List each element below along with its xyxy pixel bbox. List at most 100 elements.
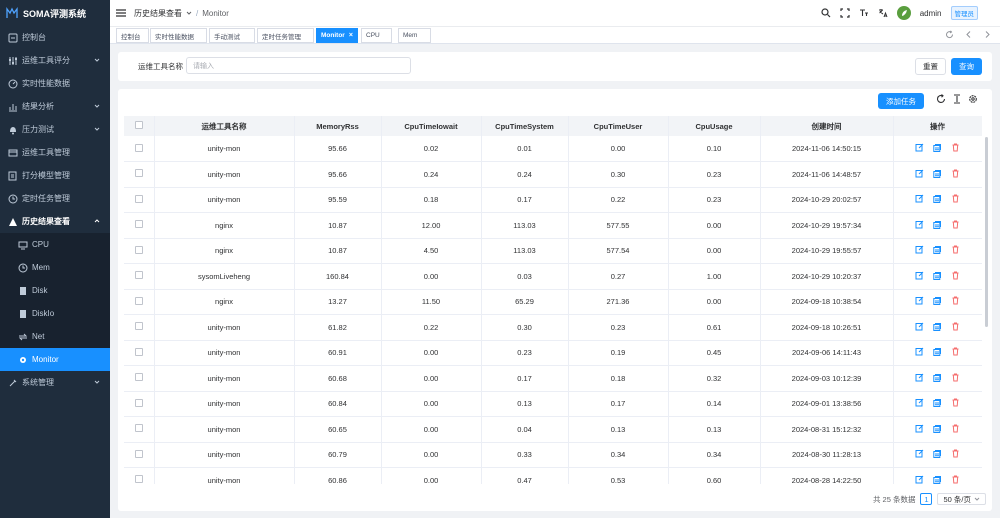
delete-icon[interactable] xyxy=(951,398,960,407)
add-task-button[interactable]: 添加任务 xyxy=(878,93,924,109)
brand[interactable]: SOMA评测系统 xyxy=(0,0,110,26)
detail-icon[interactable] xyxy=(933,245,942,255)
delete-icon[interactable] xyxy=(951,220,960,229)
sidebar-subitem-cpu[interactable]: CPU xyxy=(0,233,110,256)
tag-cpu[interactable]: CPU xyxy=(361,28,392,43)
delete-icon[interactable] xyxy=(951,424,960,433)
query-button[interactable]: 查询 xyxy=(951,58,982,75)
edit-icon[interactable] xyxy=(915,322,924,331)
translate-icon[interactable] xyxy=(878,8,888,18)
delete-icon[interactable] xyxy=(951,347,960,356)
tag-schedule[interactable]: 定时任务管理 xyxy=(257,28,314,43)
username[interactable]: admin xyxy=(920,9,942,18)
table-row[interactable]: unity-mon 60.84 0.00 0.13 0.17 0.14 2024-09-01… xyxy=(124,391,982,417)
row-checkbox[interactable] xyxy=(134,449,143,458)
select-all-checkbox[interactable] xyxy=(134,121,143,129)
sidebar-subitem-diskio[interactable]: DiskIo xyxy=(0,302,110,325)
row-checkbox[interactable] xyxy=(134,475,143,484)
refresh-icon[interactable] xyxy=(936,94,946,104)
table-row[interactable]: unity-mon 95.66 0.24 0.24 0.30 0.23 2024-11-06… xyxy=(124,161,982,188)
sidebar-subitem-monitor[interactable]: Monitor xyxy=(0,348,110,371)
detail-icon[interactable] xyxy=(933,347,942,357)
delete-icon[interactable] xyxy=(951,194,960,203)
detail-icon[interactable] xyxy=(933,398,942,408)
table-row[interactable]: nginx 10.87 12.00 113.03 577.55 0.00 2024-10-2… xyxy=(124,212,982,239)
hamburger-icon[interactable] xyxy=(116,9,126,17)
fullscreen-icon[interactable] xyxy=(840,8,850,18)
table-row[interactable]: unity-mon 95.59 0.18 0.17 0.22 0.23 2024-10-29… xyxy=(124,187,982,213)
tag-dashboard[interactable]: 控制台 xyxy=(116,28,149,43)
detail-icon[interactable] xyxy=(933,296,942,306)
row-checkbox[interactable] xyxy=(134,296,143,305)
row-checkbox[interactable] xyxy=(134,322,143,331)
sidebar-subitem-net[interactable]: Net xyxy=(0,325,110,348)
table-row[interactable]: unity-mon 60.79 0.00 0.33 0.34 0.34 2024-08-30… xyxy=(124,442,982,468)
table-row[interactable]: nginx 13.27 11.50 65.29 271.36 0.00 2024-09-18… xyxy=(124,289,982,315)
gear-icon[interactable] xyxy=(968,94,978,104)
tag-manual-test[interactable]: 手动测试 xyxy=(209,28,255,43)
sidebar-item-realtime[interactable]: 实时性能数据 xyxy=(0,72,110,95)
detail-icon[interactable] xyxy=(933,449,942,459)
tag-monitor[interactable]: Monitor × xyxy=(316,28,358,43)
edit-icon[interactable] xyxy=(915,169,924,178)
edit-icon[interactable] xyxy=(915,475,924,484)
edit-icon[interactable] xyxy=(915,143,924,152)
delete-icon[interactable] xyxy=(951,143,960,152)
edit-icon[interactable] xyxy=(915,271,924,280)
table-row[interactable]: sysomLiveheng 160.84 0.00 0.03 0.27 1.00 2024-… xyxy=(124,263,982,290)
edit-icon[interactable] xyxy=(915,449,924,458)
avatar[interactable] xyxy=(896,6,911,20)
row-checkbox[interactable] xyxy=(134,424,143,433)
table-row[interactable]: unity-mon 60.86 0.00 0.47 0.53 0.60 2024-08-28… xyxy=(124,467,982,484)
reset-button[interactable]: 重置 xyxy=(915,58,946,75)
edit-icon[interactable] xyxy=(915,373,924,382)
delete-icon[interactable] xyxy=(951,169,960,178)
detail-icon[interactable] xyxy=(933,220,942,229)
sidebar-item-stress[interactable]: 压力测试 xyxy=(0,118,110,141)
refresh-icon[interactable] xyxy=(945,30,954,39)
detail-icon[interactable] xyxy=(933,169,942,178)
sidebar-item-dashboard[interactable]: 控制台 xyxy=(0,26,110,49)
delete-icon[interactable] xyxy=(951,245,960,254)
edit-icon[interactable] xyxy=(915,220,924,229)
row-checkbox[interactable] xyxy=(134,169,143,178)
search-icon[interactable] xyxy=(821,8,831,18)
sidebar-subitem-disk[interactable]: Disk xyxy=(0,279,110,302)
detail-icon[interactable] xyxy=(933,271,942,280)
column-height-icon[interactable] xyxy=(952,94,962,104)
edit-icon[interactable] xyxy=(915,296,924,305)
sidebar-item-history[interactable]: 历史结果查看 xyxy=(0,210,110,233)
row-checkbox[interactable] xyxy=(134,271,143,280)
detail-icon[interactable] xyxy=(933,143,942,152)
detail-icon[interactable] xyxy=(933,322,942,331)
table-scrollbar[interactable] xyxy=(985,137,988,327)
table-row[interactable]: unity-mon 60.68 0.00 0.17 0.18 0.32 2024-09-03… xyxy=(124,365,982,392)
edit-icon[interactable] xyxy=(915,398,924,407)
row-checkbox[interactable] xyxy=(134,398,143,407)
tag-realtime[interactable]: 实时性能数据 xyxy=(150,28,207,43)
edit-icon[interactable] xyxy=(915,194,924,203)
detail-icon[interactable] xyxy=(933,194,942,204)
edit-icon[interactable] xyxy=(915,245,924,254)
delete-icon[interactable] xyxy=(951,373,960,382)
delete-icon[interactable] xyxy=(951,322,960,331)
chevron-left-icon[interactable] xyxy=(964,30,973,39)
table-row[interactable]: unity-mon 95.66 0.02 0.01 0.00 0.10 2024-11-06… xyxy=(124,136,982,162)
table-row[interactable]: unity-mon 61.82 0.22 0.30 0.23 0.61 2024-09-18… xyxy=(124,314,982,341)
table-row[interactable]: nginx 10.87 4.50 113.03 577.54 0.00 2024-10-29… xyxy=(124,238,982,264)
tag-mem[interactable]: Mem xyxy=(398,28,431,43)
sidebar-item-score-model[interactable]: 打分模型管理 xyxy=(0,164,110,187)
sidebar-item-analysis[interactable]: 结果分析 xyxy=(0,95,110,118)
delete-icon[interactable] xyxy=(951,449,960,458)
table-row[interactable]: unity-mon 60.65 0.00 0.04 0.13 0.13 2024-08-31… xyxy=(124,416,982,443)
edit-icon[interactable] xyxy=(915,347,924,356)
size-icon[interactable] xyxy=(859,8,869,18)
detail-icon[interactable] xyxy=(933,475,942,484)
chevron-right-icon[interactable] xyxy=(983,30,992,39)
close-icon[interactable]: × xyxy=(349,32,353,39)
breadcrumb-item[interactable]: 历史结果查看 xyxy=(134,8,182,19)
tool-name-input[interactable]: 请输入 xyxy=(186,57,411,74)
row-checkbox[interactable] xyxy=(134,220,143,229)
sidebar-item-tool-mgmt[interactable]: 运维工具管理 xyxy=(0,141,110,164)
sidebar-item-tool-scoring[interactable]: 运维工具评分 xyxy=(0,49,110,72)
